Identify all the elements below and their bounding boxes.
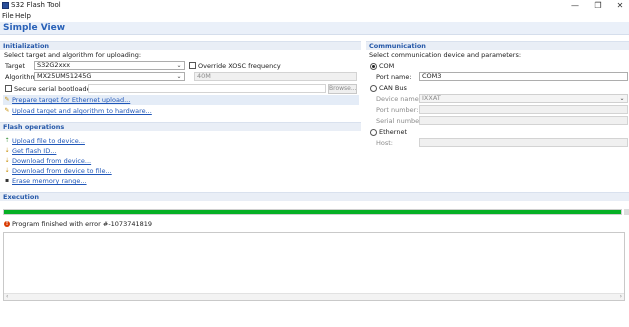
com-radio[interactable] bbox=[370, 63, 377, 70]
chevron-down-icon: ⌄ bbox=[176, 62, 182, 69]
serial-number-field[interactable] bbox=[419, 116, 628, 125]
device-name-select[interactable]: IXXAT ⌄ bbox=[419, 94, 628, 103]
upload-file-link[interactable]: Upload file to device... bbox=[12, 137, 85, 145]
log-output[interactable]: ‹ › bbox=[3, 232, 625, 301]
xosc-frequency-field[interactable]: 40M bbox=[194, 72, 357, 81]
port-name-field[interactable]: COM3 bbox=[419, 72, 628, 81]
minimize-button[interactable]: — bbox=[566, 0, 584, 12]
prepare-ethernet-link[interactable]: Prepare target for Ethernet upload... bbox=[12, 96, 130, 104]
device-name-value: IXXAT bbox=[422, 94, 441, 102]
override-xosc-checkbox[interactable] bbox=[189, 62, 196, 69]
view-title: Simple View bbox=[3, 23, 66, 33]
scroll-indicator[interactable] bbox=[624, 209, 629, 215]
ethernet-label: Ethernet bbox=[379, 128, 407, 136]
menu-help[interactable]: Help bbox=[15, 12, 31, 21]
progress-fill bbox=[4, 210, 621, 214]
chevron-down-icon: ⌄ bbox=[619, 95, 625, 102]
secure-bootloader-checkbox[interactable] bbox=[5, 85, 12, 92]
host-label: Host: bbox=[376, 139, 393, 147]
override-xosc-label: Override XOSC frequency bbox=[198, 62, 281, 70]
ethernet-prepare-icon: ✎ bbox=[4, 96, 10, 103]
execution-header: Execution bbox=[0, 192, 629, 201]
port-name-value: COM3 bbox=[422, 72, 442, 80]
algorithm-label: Algorithm bbox=[5, 73, 37, 81]
device-name-label: Device name: bbox=[376, 95, 421, 103]
menu-file[interactable]: File bbox=[2, 12, 14, 21]
target-label: Target bbox=[5, 62, 26, 70]
view-title-bar: Simple View bbox=[0, 22, 629, 35]
get-flash-id-link[interactable]: Get flash ID... bbox=[12, 147, 56, 155]
download-file-icon: ⇣ bbox=[4, 167, 10, 174]
chevron-down-icon: ⌄ bbox=[176, 73, 182, 80]
communication-header: Communication bbox=[366, 41, 629, 50]
com-label: COM bbox=[379, 62, 395, 70]
can-bus-label: CAN Bus bbox=[379, 84, 407, 92]
info-icon: ⇣ bbox=[4, 147, 10, 154]
browse-button[interactable]: Browse... bbox=[328, 84, 357, 94]
can-bus-radio[interactable] bbox=[370, 85, 377, 92]
status-message: Program finished with error #-1073741819 bbox=[12, 220, 153, 228]
erase-memory-link[interactable]: Erase memory range... bbox=[12, 177, 87, 185]
flash-operations-title: Flash operations bbox=[3, 123, 65, 131]
port-name-label: Port name: bbox=[376, 73, 412, 81]
upload-target-link[interactable]: Upload target and algorithm to hardware.… bbox=[12, 107, 152, 115]
window-title: S32 Flash Tool bbox=[11, 1, 61, 9]
progress-bar bbox=[3, 209, 622, 215]
secure-bootloader-path[interactable] bbox=[88, 84, 326, 93]
execution-title: Execution bbox=[3, 193, 39, 201]
download-to-file-link[interactable]: Download from device to file... bbox=[12, 167, 112, 175]
upload-hardware-icon: ✎ bbox=[4, 107, 10, 114]
target-value: S32G2xxx bbox=[37, 61, 71, 69]
maximize-button[interactable]: ❐ bbox=[589, 0, 607, 12]
error-icon: ! bbox=[4, 221, 10, 227]
initialization-header: Initialization bbox=[0, 41, 361, 50]
close-button[interactable]: ✕ bbox=[611, 0, 629, 12]
menu-bar: File Help bbox=[0, 12, 629, 22]
scroll-left-icon[interactable]: ‹ bbox=[6, 294, 8, 300]
horizontal-scrollbar[interactable]: ‹ › bbox=[4, 293, 624, 300]
algorithm-value: MX25UM51245G bbox=[37, 72, 92, 80]
title-bar: S32 Flash Tool — ❐ ✕ bbox=[0, 0, 629, 12]
download-icon: ⇣ bbox=[4, 157, 10, 164]
port-number-label: Port number: bbox=[376, 106, 419, 114]
communication-subtitle: Select communication device and paramete… bbox=[369, 51, 522, 59]
port-number-field[interactable] bbox=[419, 105, 628, 114]
scroll-right-icon[interactable]: › bbox=[620, 294, 622, 300]
secure-bootloader-label: Secure serial bootloader: bbox=[14, 85, 96, 93]
target-select[interactable]: S32G2xxx ⌄ bbox=[34, 61, 185, 70]
host-field[interactable] bbox=[419, 138, 628, 147]
erase-icon: ▪ bbox=[4, 177, 10, 184]
app-icon bbox=[2, 2, 9, 9]
ethernet-radio[interactable] bbox=[370, 129, 377, 136]
communication-title: Communication bbox=[369, 42, 426, 50]
flash-operations-header: Flash operations bbox=[0, 122, 361, 131]
upload-icon: ⇡ bbox=[4, 137, 10, 144]
algorithm-select[interactable]: MX25UM51245G ⌄ bbox=[34, 72, 185, 81]
download-device-link[interactable]: Download from device... bbox=[12, 157, 91, 165]
initialization-subtitle: Select target and algorithm for uploadin… bbox=[4, 51, 142, 59]
serial-number-label: Serial number: bbox=[376, 117, 424, 125]
xosc-frequency-value: 40M bbox=[197, 72, 211, 80]
initialization-title: Initialization bbox=[3, 42, 50, 50]
